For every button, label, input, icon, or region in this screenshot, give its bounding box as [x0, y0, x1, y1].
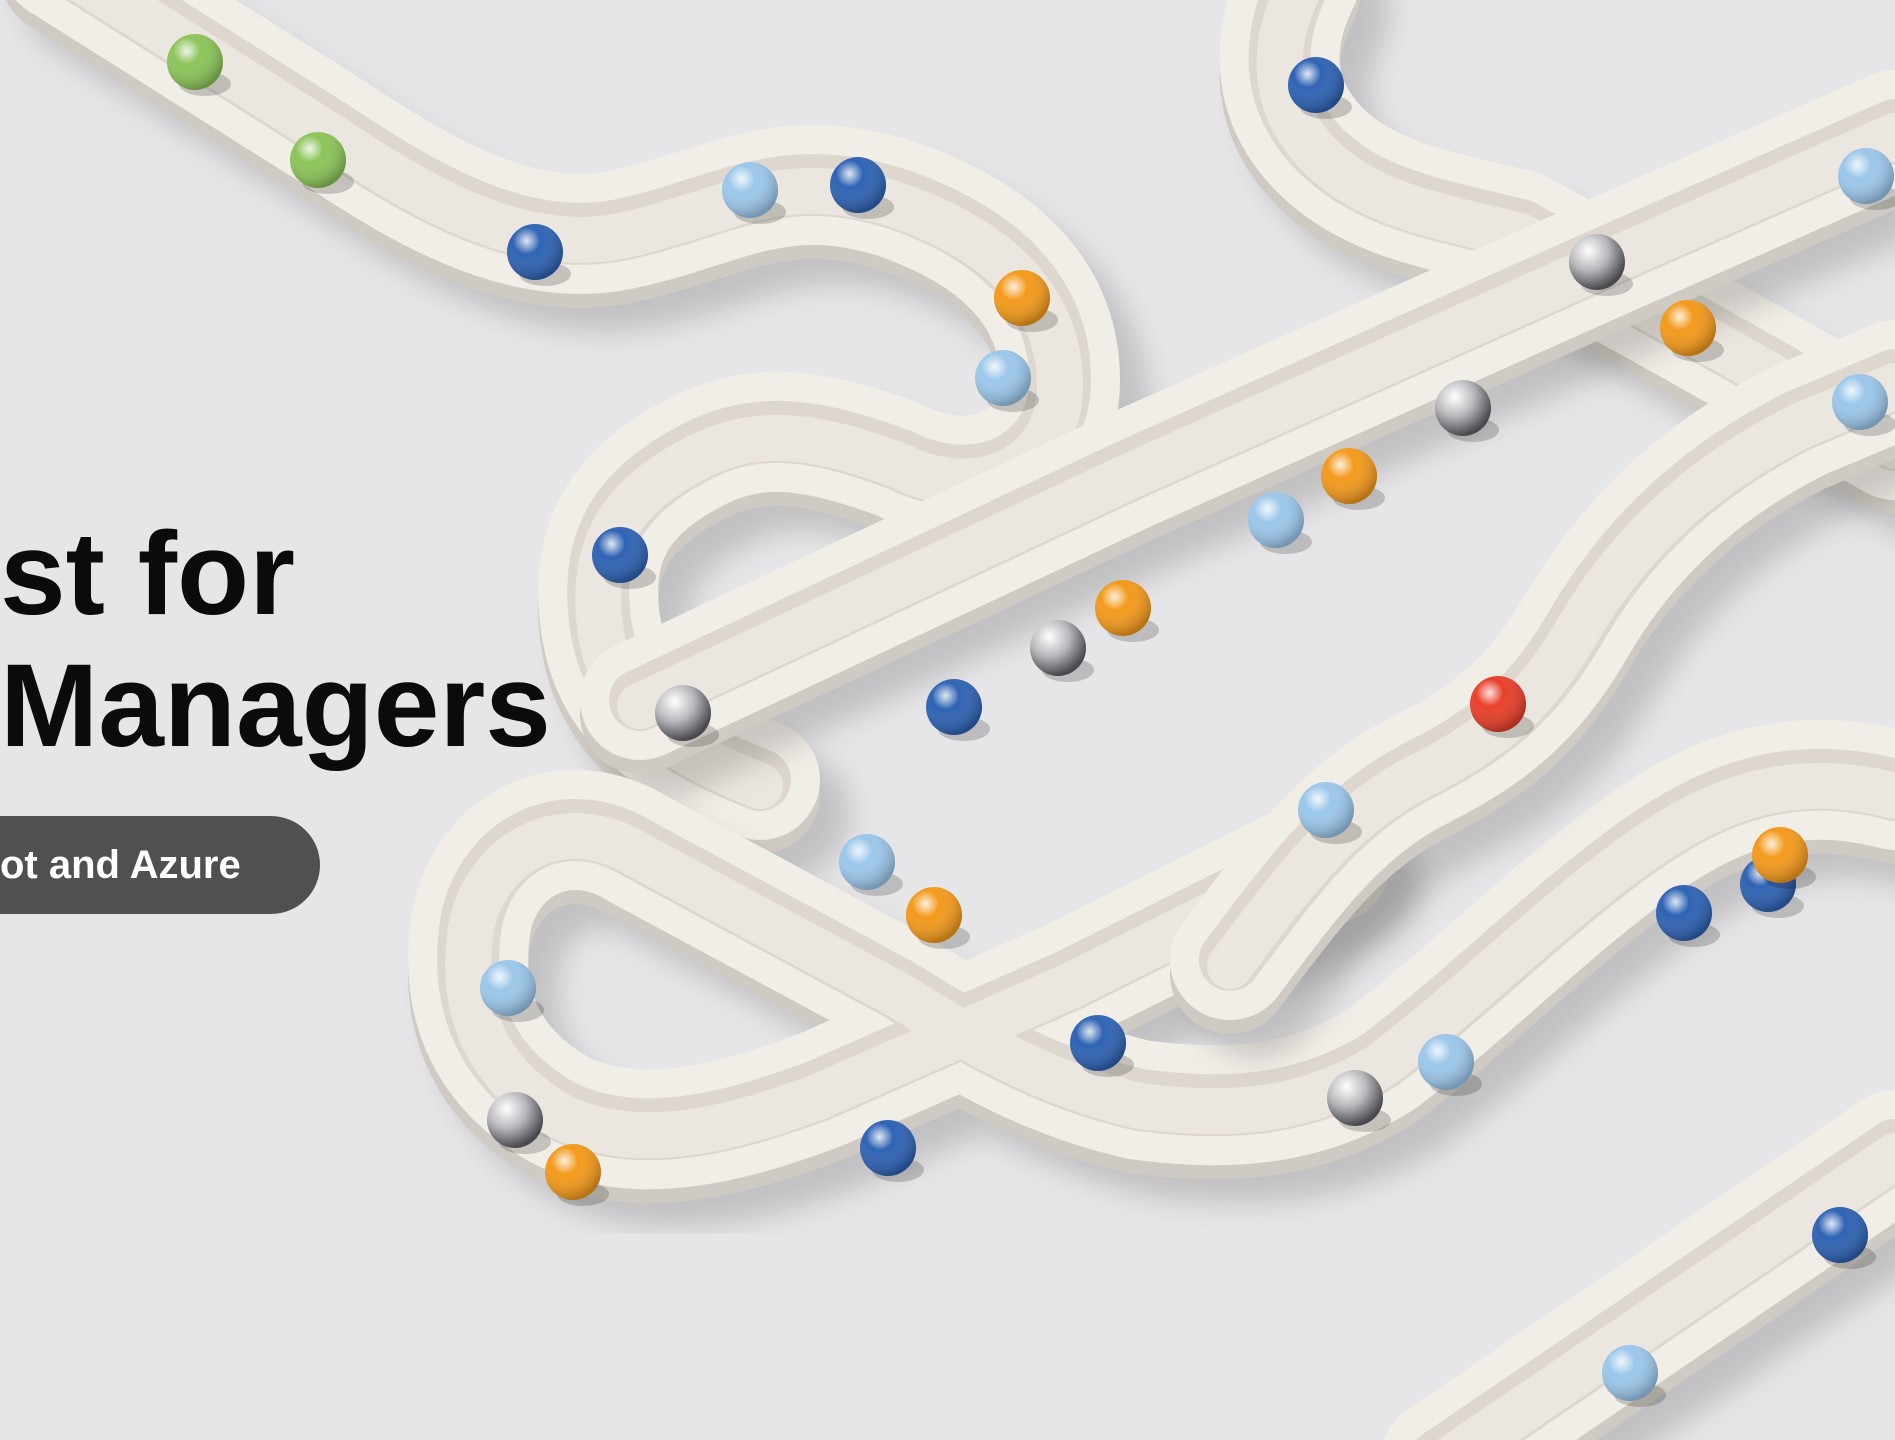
marble-orange [1095, 580, 1159, 642]
page-title-line-1: st for [0, 508, 295, 640]
track-bottom-right [1383, 1090, 1895, 1440]
page-title-line-2: Managers [0, 640, 551, 772]
subtitle-badge: ot and Azure [0, 816, 320, 914]
marble-silver [1030, 620, 1094, 682]
subtitle-text: ot and Azure [0, 842, 241, 887]
marble-dark-blue [926, 679, 990, 741]
marble-light-blue [839, 834, 903, 896]
